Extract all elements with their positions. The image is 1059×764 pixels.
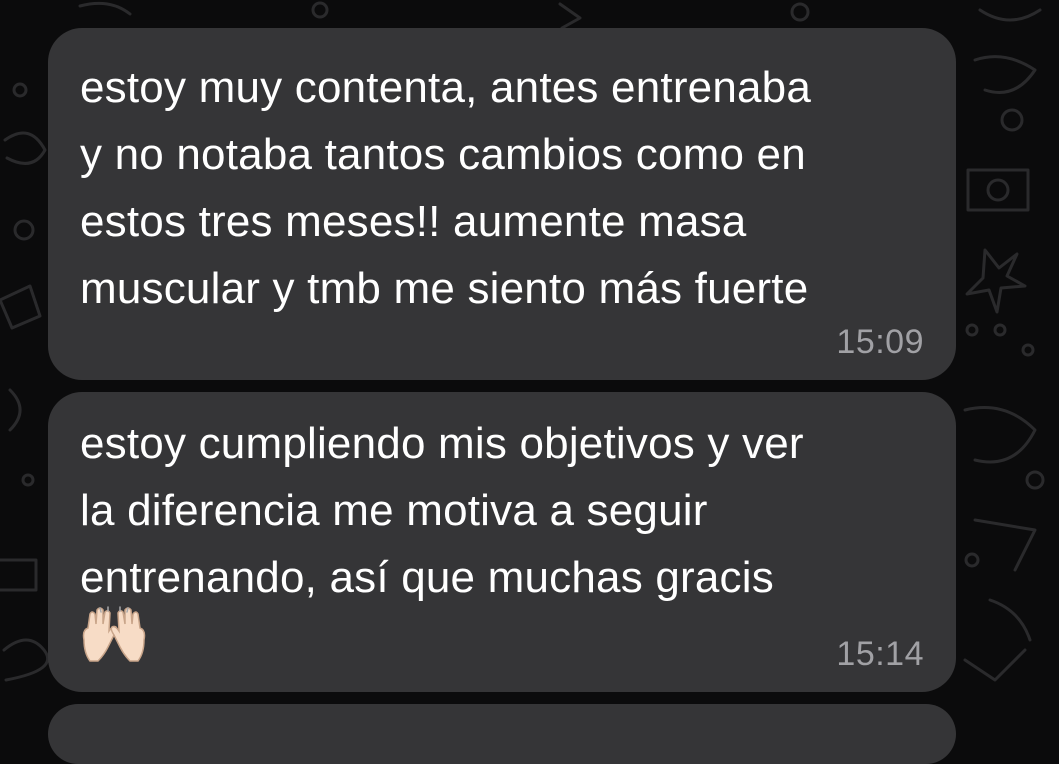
message-bubble-partial[interactable]: [48, 704, 956, 764]
message-timestamp: 15:14: [836, 635, 924, 673]
message-bubble[interactable]: estoy cumpliendo mis objetivos y ver la …: [48, 392, 956, 692]
message-bubble[interactable]: estoy muy contenta, antes entrenaba y no…: [48, 28, 956, 380]
message-timestamp: 15:09: [836, 323, 924, 361]
message-text: estoy muy contenta, antes entrenaba y no…: [80, 63, 812, 313]
raising-hands-icon: [82, 606, 146, 662]
message-text: estoy cumpliendo mis objetivos y ver la …: [80, 419, 804, 602]
chat-messages: estoy muy contenta, antes entrenaba y no…: [0, 0, 1059, 764]
